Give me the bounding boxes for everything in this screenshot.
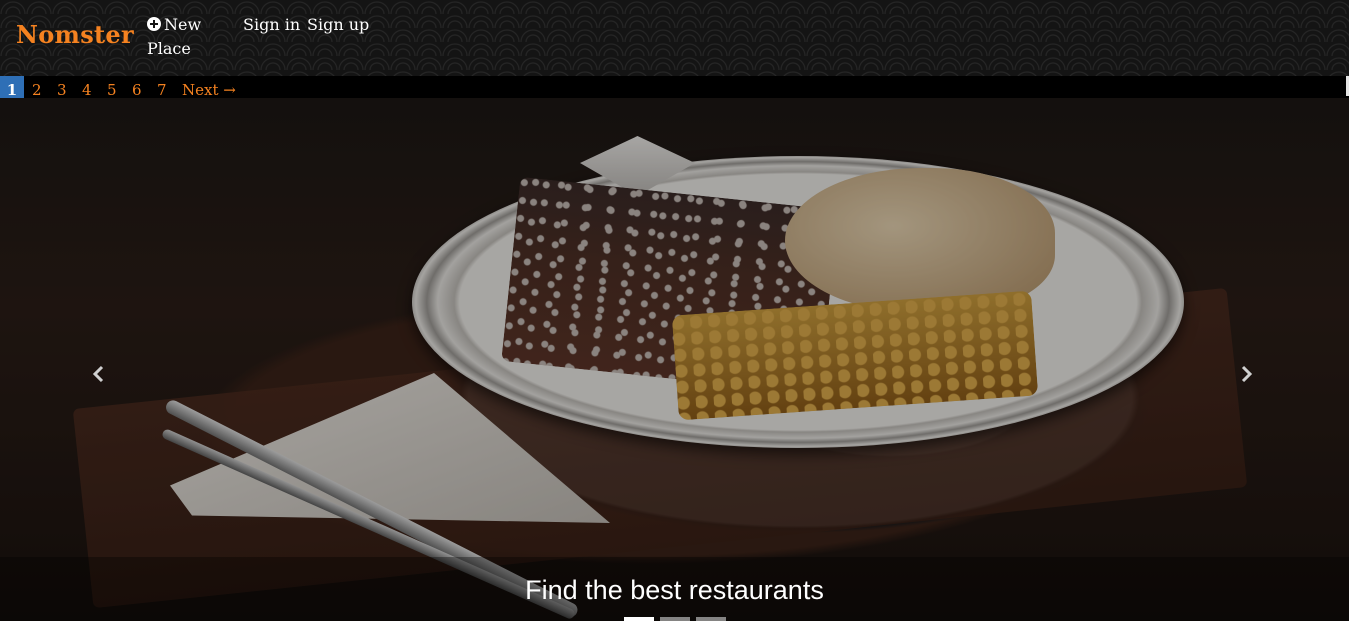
brand-logo[interactable]: Nomster bbox=[16, 20, 134, 49]
carousel-caption: Find the best restaurants bbox=[525, 575, 824, 605]
page-2-link[interactable]: 2 bbox=[32, 76, 42, 99]
carousel-next-button[interactable] bbox=[1235, 363, 1257, 385]
pagination: 1 2 3 4 5 6 7 Next → bbox=[0, 76, 1349, 99]
image-overlay bbox=[0, 98, 1349, 621]
carousel-indicator-3[interactable] bbox=[696, 617, 726, 621]
page-3-link[interactable]: 3 bbox=[57, 76, 67, 99]
hero-carousel: Find the best restaurants bbox=[0, 98, 1349, 621]
page-7-link[interactable]: 7 bbox=[157, 76, 167, 99]
page-1-current: 1 bbox=[0, 76, 24, 99]
chevron-right-icon bbox=[1241, 365, 1253, 383]
new-place-link[interactable]: New Place bbox=[147, 13, 217, 61]
page-4-link[interactable]: 4 bbox=[82, 76, 92, 99]
sign-in-link[interactable]: Sign in bbox=[243, 13, 300, 37]
sign-up-link[interactable]: Sign up bbox=[307, 13, 369, 37]
page-6-link[interactable]: 6 bbox=[132, 76, 142, 99]
carousel-indicator-2[interactable] bbox=[660, 617, 690, 621]
carousel-prev-button[interactable] bbox=[88, 363, 110, 385]
carousel-indicator-1[interactable] bbox=[624, 617, 654, 621]
next-page-link[interactable]: Next → bbox=[182, 76, 236, 99]
navbar: Nomster New Place Sign in Sign up bbox=[0, 0, 1349, 76]
chevron-left-icon bbox=[92, 365, 104, 383]
plus-circle-icon bbox=[147, 17, 161, 31]
page-5-link[interactable]: 5 bbox=[107, 76, 117, 99]
